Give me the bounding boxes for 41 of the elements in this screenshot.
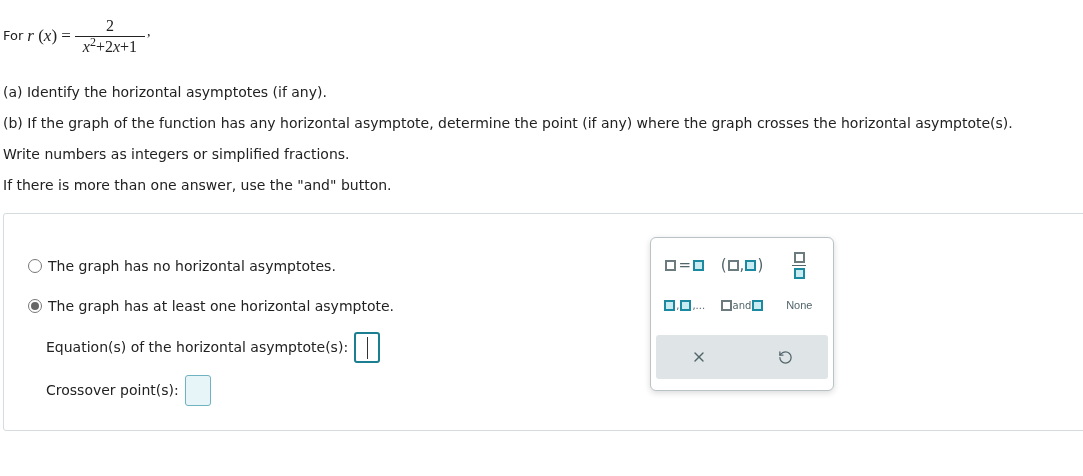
instruction-text: Write numbers as integers or simplified fractions. [3, 145, 350, 164]
none-key[interactable]: None [770, 285, 828, 325]
trailing-comma: , [146, 22, 151, 41]
answer-field[interactable] [354, 332, 381, 363]
ellipsis: ,... [692, 300, 706, 311]
placeholder-square-icon [680, 299, 692, 311]
open-paren: ( [720, 254, 727, 276]
comma: , [676, 300, 680, 311]
placeholder-square-icon [793, 251, 805, 263]
close-paren: ) [757, 254, 764, 276]
radio-button[interactable] [28, 299, 42, 313]
placeholder-square-icon [720, 299, 732, 311]
instruction-text: (a) Identify the horizontal asymptotes (if any). [3, 83, 327, 102]
field-label: Equation(s) of the horizontal asymptote(s): [46, 338, 349, 357]
option-label: The graph has no horizontal asymptotes. [48, 256, 336, 276]
equals-sign: = [678, 254, 691, 276]
placeholder-square-icon [745, 259, 757, 271]
field-label: Crossover point(s): [46, 381, 179, 400]
placeholder-square-icon [665, 259, 677, 271]
placeholder-square-icon [727, 259, 739, 271]
comma: , [739, 254, 745, 276]
undo-icon [777, 349, 793, 365]
placeholder-square-icon [793, 267, 805, 279]
question-lead: For [3, 27, 24, 46]
and-word: and [732, 298, 752, 313]
fraction-denominator: x$^{2}$+2x+1 [82, 36, 138, 57]
fraction-numerator: 2 [105, 15, 114, 36]
answer-field[interactable] [184, 375, 211, 406]
radio-button[interactable] [28, 259, 42, 273]
placeholder-square-icon [752, 299, 764, 311]
instruction-text: (b) If the graph of the function has any horizontal asymptote, determine the point (if any) where the graph crosses the horizontal asymptote(s). [3, 114, 1013, 133]
point-template-key[interactable]: ( , ) [713, 245, 771, 285]
option-label: The graph has at least one horizontal asymptote. [48, 296, 395, 316]
function-name: r (x) = [27, 25, 71, 48]
text-cursor-icon [366, 336, 368, 359]
equation-template-key[interactable]: = [656, 245, 714, 285]
placeholder-square-icon [664, 299, 676, 311]
instruction-text: If there is more than one answer, use the "and" button. [3, 176, 392, 195]
placeholder-square-icon [692, 259, 704, 271]
list-template-key[interactable]: , ,... [656, 285, 714, 325]
and-template-key[interactable]: and [713, 285, 771, 325]
